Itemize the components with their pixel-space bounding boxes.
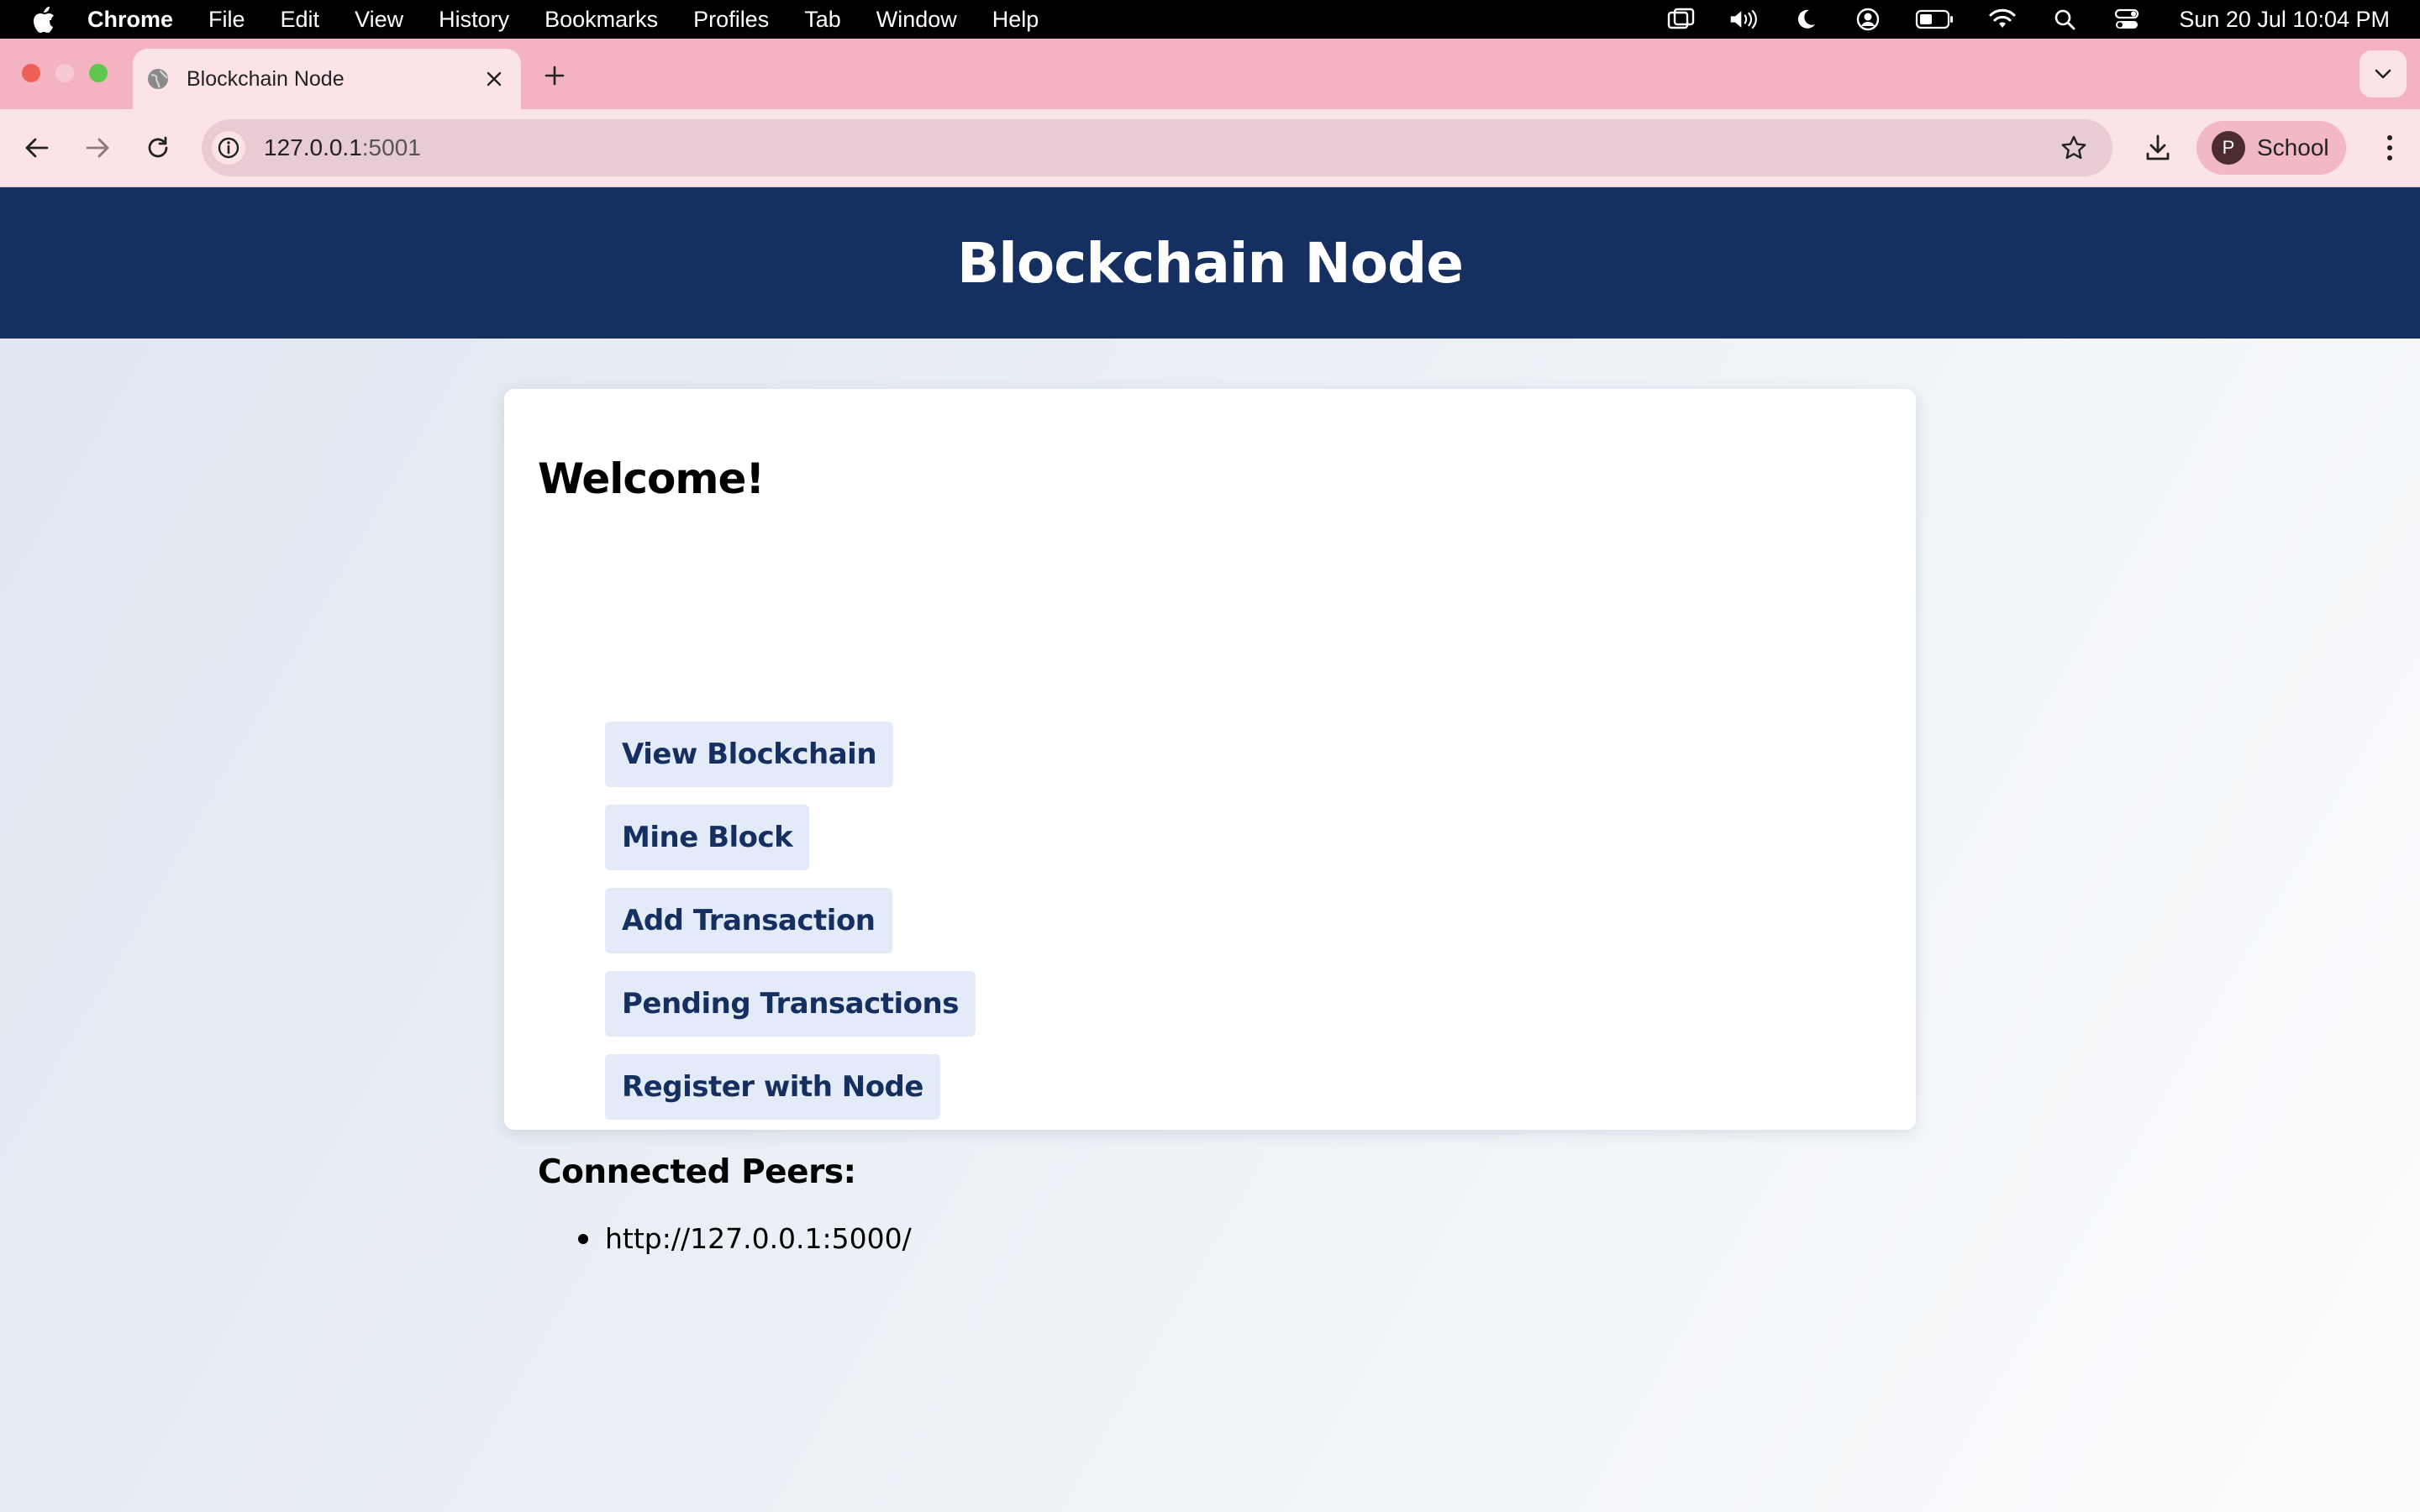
status-menus: Sun 20 Jul 10:04 PM [1634, 0, 2390, 39]
mine-block-button[interactable]: Mine Block [605, 805, 810, 870]
avatar: P [2212, 131, 2245, 165]
window-zoom-button[interactable] [89, 64, 108, 82]
profile-name: School [2257, 134, 2329, 160]
spotlight-search-icon[interactable] [2049, 7, 2080, 32]
globe-favicon-icon [145, 66, 171, 92]
battery-icon[interactable] [1915, 7, 1955, 32]
web-page: Blockchain Node Welcome! View Blockchain… [0, 187, 2420, 1512]
window-close-button[interactable] [22, 64, 40, 82]
url-host: 127.0.0.1 [264, 134, 362, 160]
reload-icon[interactable] [138, 128, 178, 168]
menu-history[interactable]: History [439, 7, 509, 33]
window-minimize-button[interactable] [55, 64, 74, 82]
menu-view[interactable]: View [355, 7, 403, 33]
list-bullet [578, 1233, 588, 1244]
download-icon[interactable] [2139, 129, 2176, 166]
menu-bookmarks[interactable]: Bookmarks [544, 7, 658, 33]
register-with-node-button[interactable]: Register with Node [605, 1054, 940, 1120]
add-transaction-button[interactable]: Add Transaction [605, 888, 892, 953]
menu-help[interactable]: Help [992, 7, 1039, 33]
profile-chip[interactable]: P School [2196, 121, 2346, 175]
tab-title: Blockchain Node [187, 66, 345, 91]
menu-app-name[interactable]: Chrome [87, 7, 173, 33]
pending-transactions-button[interactable]: Pending Transactions [605, 971, 976, 1037]
browser-tab-active[interactable]: Blockchain Node [133, 49, 521, 109]
menu-window[interactable]: Window [876, 7, 957, 33]
browser-toolbar: 127.0.0.1:5001 P School [0, 109, 2420, 187]
bookmark-star-icon[interactable] [2057, 131, 2091, 165]
address-bar[interactable]: 127.0.0.1:5001 [202, 119, 2112, 176]
moon-focus-icon[interactable] [1791, 7, 1821, 32]
tab-close-icon[interactable] [479, 64, 509, 94]
url-text[interactable]: 127.0.0.1:5001 [264, 134, 421, 161]
back-arrow-icon[interactable] [17, 128, 57, 168]
volume-icon[interactable] [1728, 7, 1759, 32]
menu-profiles[interactable]: Profiles [693, 7, 769, 33]
url-port: :5001 [361, 134, 421, 160]
site-info-icon[interactable] [212, 131, 245, 165]
wifi-icon[interactable] [1987, 7, 2018, 32]
page-title: Blockchain Node [956, 230, 1464, 296]
screen-mirroring-icon[interactable] [1666, 7, 1697, 32]
forward-arrow-icon[interactable] [77, 128, 118, 168]
menu-edit[interactable]: Edit [281, 7, 320, 33]
connected-peers-heading: Connected Peers: [538, 1153, 856, 1191]
peer-url: http://127.0.0.1:5000/ [605, 1222, 912, 1255]
view-blockchain-button[interactable]: View Blockchain [605, 722, 894, 787]
macos-menu-bar: Chrome File Edit View History Bookmarks … [0, 0, 2420, 39]
apple-logo-icon[interactable] [32, 5, 57, 34]
menu-tab[interactable]: Tab [804, 7, 841, 33]
site-header: Blockchain Node [0, 187, 2420, 339]
menu-file[interactable]: File [208, 7, 245, 33]
new-tab-plus-icon[interactable] [538, 59, 571, 92]
tab-search-chevron-icon[interactable] [2360, 50, 2407, 97]
browser-tab-strip: Blockchain Node [0, 39, 2420, 109]
peer-list-item: http://127.0.0.1:5000/ [578, 1222, 912, 1255]
control-center-icon[interactable] [2112, 7, 2142, 32]
welcome-heading: Welcome! [538, 454, 765, 503]
user-account-icon[interactable] [1853, 7, 1883, 32]
main-card: Welcome! View Blockchain Mine Block Add … [504, 389, 1916, 1255]
menubar-clock[interactable]: Sun 20 Jul 10:04 PM [2179, 7, 2390, 33]
more-menu-kebab-icon[interactable] [2380, 129, 2400, 166]
